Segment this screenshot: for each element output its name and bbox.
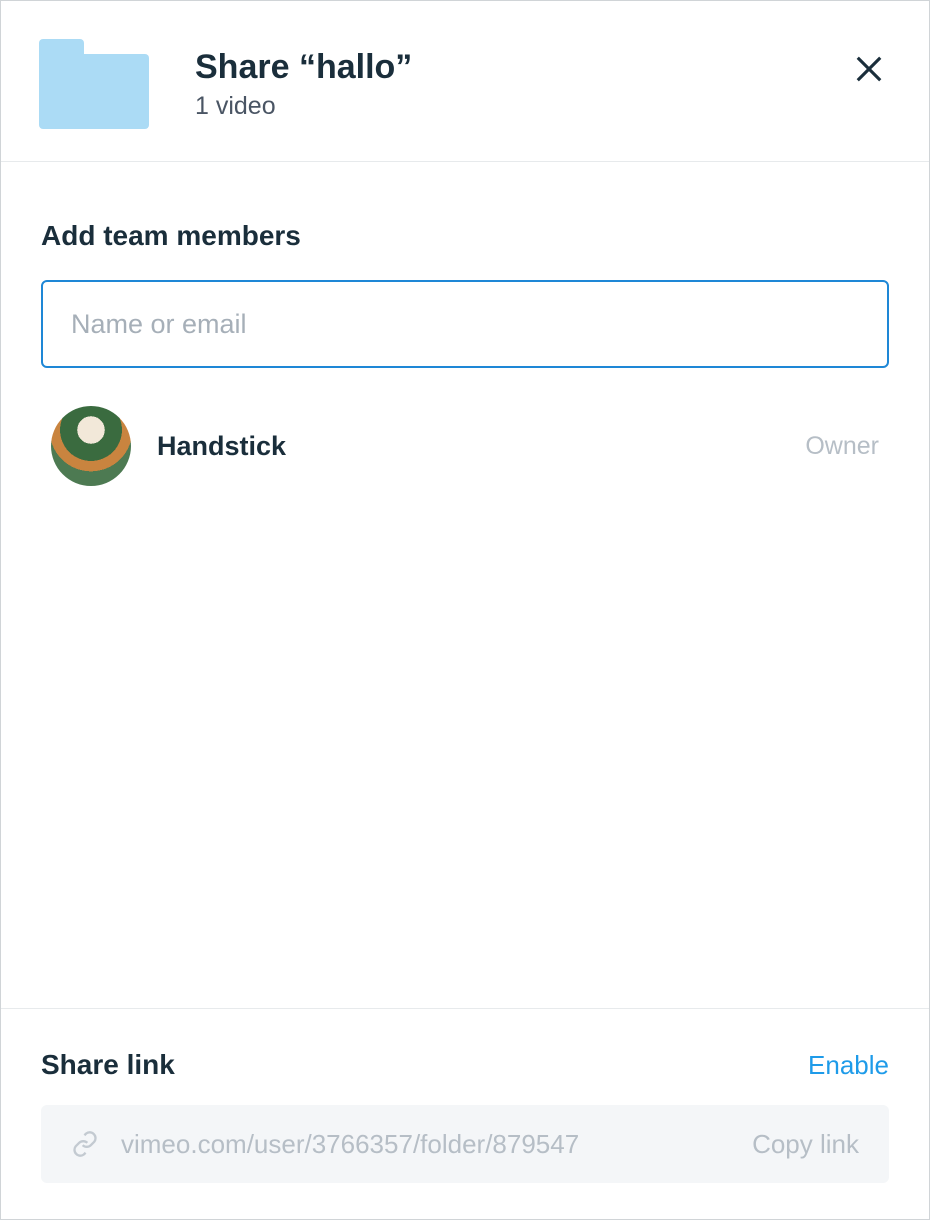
title-block: Share “hallo” 1 video [195, 47, 847, 121]
member-row: Handstick Owner [41, 406, 889, 486]
close-icon [854, 54, 884, 87]
close-button[interactable] [847, 48, 891, 92]
dialog-title: Share “hallo” [195, 47, 847, 88]
share-link-box: vimeo.com/user/3766357/folder/879547 Cop… [41, 1105, 889, 1183]
folder-icon [39, 39, 149, 129]
share-link-header: Share link Enable [41, 1049, 889, 1081]
dialog-header: Share “hallo” 1 video [1, 1, 929, 162]
member-input[interactable] [41, 280, 889, 368]
enable-link-button[interactable]: Enable [808, 1050, 889, 1081]
member-role: Owner [805, 432, 879, 461]
share-dialog: Share “hallo” 1 video Add team members H… [0, 0, 930, 1220]
add-members-heading: Add team members [41, 220, 889, 252]
member-name: Handstick [157, 431, 805, 462]
avatar [51, 406, 131, 486]
copy-link-button[interactable]: Copy link [752, 1129, 859, 1160]
share-link-heading: Share link [41, 1049, 175, 1081]
share-link-url: vimeo.com/user/3766357/folder/879547 [121, 1129, 752, 1160]
dialog-subtitle: 1 video [195, 92, 847, 121]
dialog-body: Add team members Handstick Owner [1, 162, 929, 1008]
share-link-section: Share link Enable vimeo.com/user/3766357… [1, 1008, 929, 1219]
link-icon [71, 1130, 99, 1158]
